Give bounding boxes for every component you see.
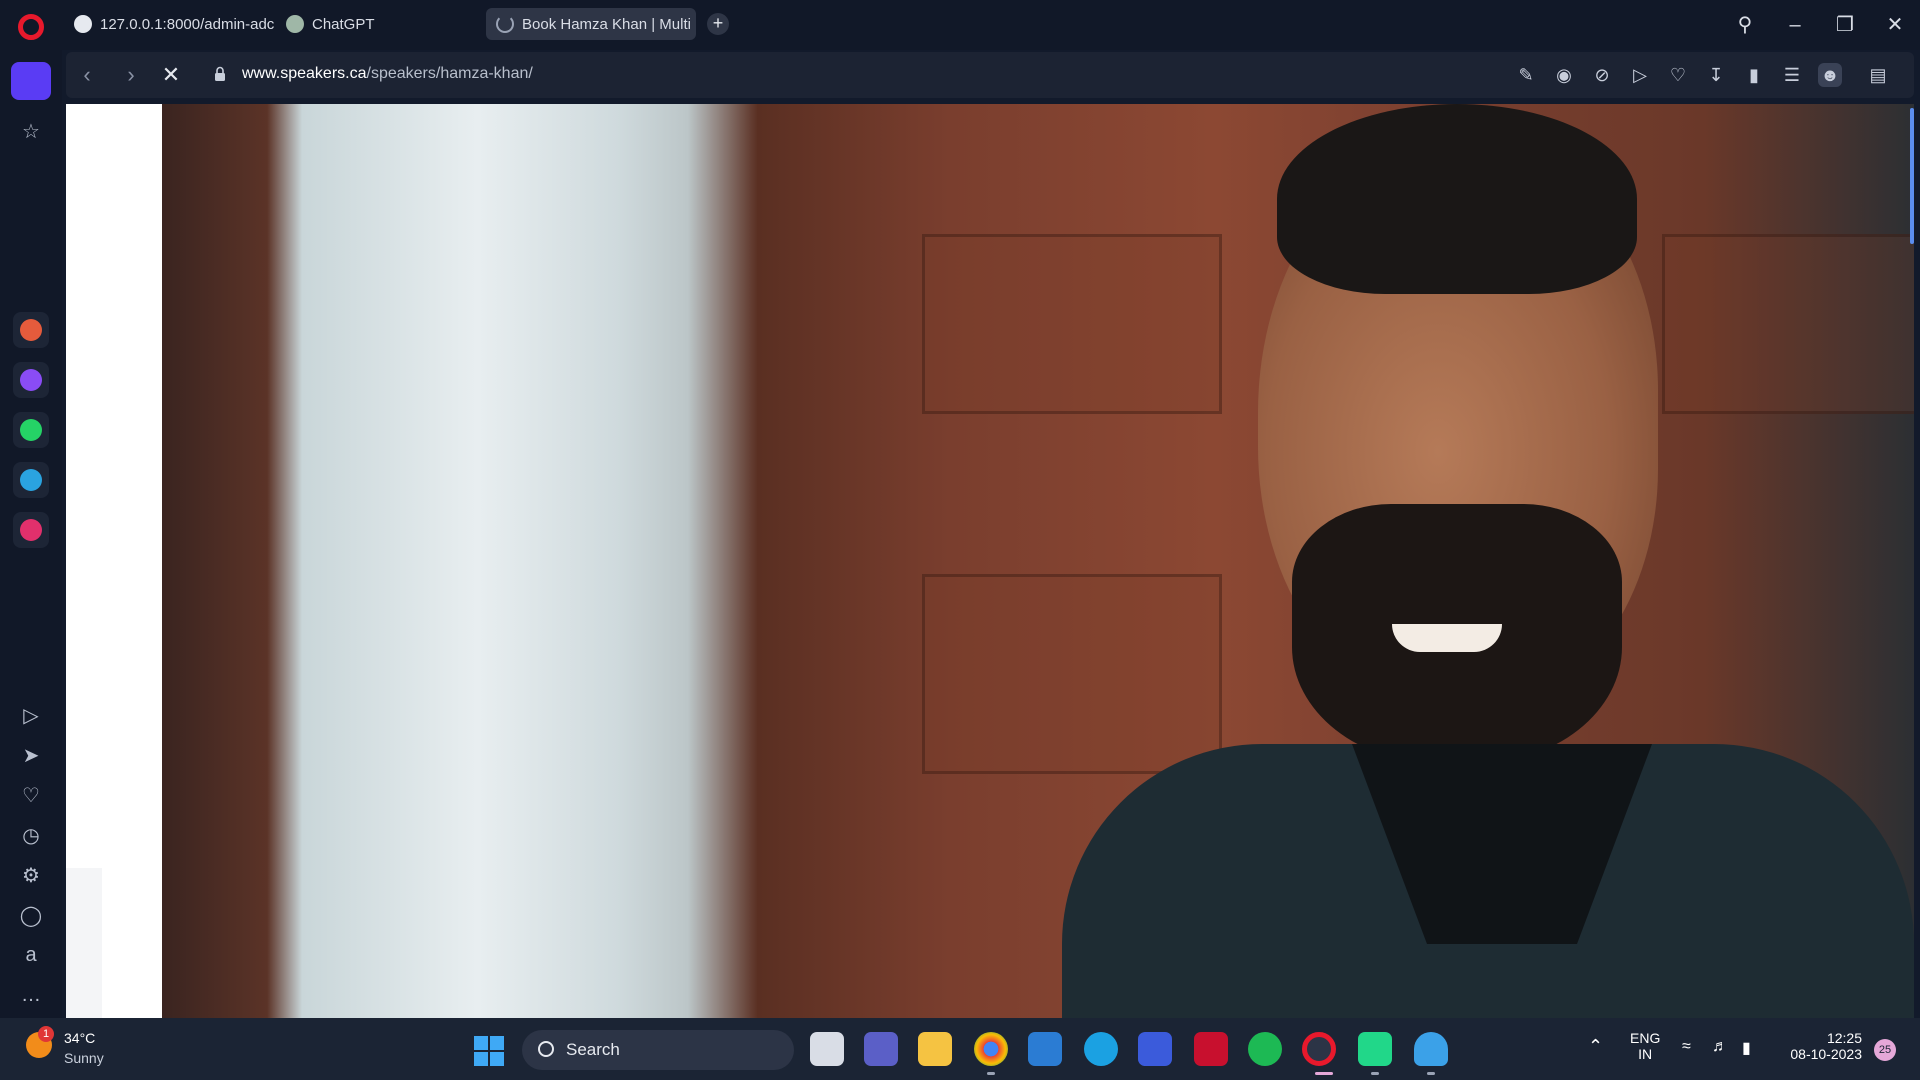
clock-time: 12:25	[1826, 1030, 1862, 1046]
wifi-icon[interactable]: ≈	[1682, 1038, 1691, 1056]
messenger-icon[interactable]	[13, 362, 49, 398]
page-scrollbar[interactable]	[1910, 108, 1914, 244]
notification-badge[interactable]: 25	[1874, 1039, 1896, 1061]
profile-icon[interactable]: ☻	[1818, 63, 1842, 87]
more-icon[interactable]: …	[11, 976, 51, 1014]
running-indicator	[1371, 1072, 1379, 1075]
adblock-icon[interactable]: ⊘	[1590, 63, 1614, 87]
windows-start-icon[interactable]	[474, 1036, 504, 1066]
smile	[1392, 624, 1502, 652]
taskbar-search[interactable]: Search	[522, 1030, 794, 1070]
battery-icon[interactable]: ▮	[1742, 1038, 1751, 1058]
search-label: Search	[566, 1040, 620, 1059]
back-button[interactable]: ‹	[72, 60, 102, 90]
edge-icon[interactable]	[1084, 1032, 1118, 1066]
download-icon[interactable]: ↧	[1704, 63, 1728, 87]
clock-date: 08-10-2023	[1790, 1046, 1862, 1062]
weather-temperature[interactable]: 34°C	[64, 1030, 95, 1046]
pycharm-icon[interactable]	[1358, 1032, 1392, 1066]
forward-button[interactable]: ›	[116, 60, 146, 90]
aria-icon[interactable]	[13, 312, 49, 348]
active-indicator	[1315, 1072, 1333, 1075]
opera-taskbar-icon[interactable]	[1302, 1032, 1336, 1066]
language-indicator[interactable]: ENG IN	[1630, 1030, 1660, 1062]
tab-speakers[interactable]: Book Hamza Khan | Multi	[486, 8, 696, 40]
clock[interactable]: 12:25 08-10-2023	[1780, 1030, 1862, 1062]
snapshot-icon[interactable]: ◉	[1552, 63, 1576, 87]
opera-logo-icon[interactable]	[18, 14, 44, 40]
close-icon[interactable]: ✕	[1880, 10, 1910, 40]
file-explorer-icon[interactable]	[918, 1032, 952, 1066]
star-icon[interactable]: ☆	[11, 112, 51, 150]
send-icon[interactable]: ➤	[11, 736, 51, 774]
teams-meet-icon[interactable]	[864, 1032, 898, 1066]
door-panel	[922, 234, 1222, 414]
volume-muted-icon[interactable]: ♬	[1712, 1038, 1728, 1056]
weather-condition[interactable]: Sunny	[64, 1050, 104, 1066]
tab-chatgpt[interactable]: ChatGPT	[276, 8, 476, 40]
heart-icon[interactable]: ♡	[11, 776, 51, 814]
windows-taskbar: 1 34°C Sunny Search ⌃ ENG IN ≈ ♬ ▮ 12:25…	[0, 1018, 1920, 1080]
tab-label: Book Hamza Khan | Multi	[522, 15, 691, 33]
language-code: ENG	[1630, 1030, 1661, 1046]
lightbulb-icon[interactable]: ◯	[11, 896, 51, 934]
flow-icon[interactable]: ▷	[1628, 63, 1652, 87]
tab-search-icon[interactable]: ⚲	[1730, 10, 1760, 40]
minimize-icon[interactable]: –	[1780, 10, 1810, 40]
page-gutter	[66, 868, 102, 1018]
region-code: IN	[1638, 1046, 1653, 1062]
vscode-like-icon[interactable]	[1138, 1032, 1172, 1066]
spotify-icon[interactable]	[1248, 1032, 1282, 1066]
restore-icon[interactable]: ❐	[1830, 10, 1860, 40]
globe-icon	[74, 15, 92, 33]
hair	[1277, 104, 1637, 294]
stop-loading-button[interactable]: ✕	[156, 60, 186, 90]
show-hidden-icons-icon[interactable]: ⌃	[1588, 1036, 1603, 1057]
running-indicator	[1427, 1072, 1435, 1075]
battery-saver-icon[interactable]: ▮	[1742, 63, 1766, 87]
opera-sidebar: ☆ ▷ ➤ ♡ ◷ ⚙ ◯ a …	[0, 50, 62, 1018]
lock-icon	[215, 66, 225, 81]
whatsapp-icon[interactable]	[13, 412, 49, 448]
history-icon[interactable]: ◷	[11, 816, 51, 854]
instagram-icon[interactable]	[13, 512, 49, 548]
tab-label: 127.0.0.1:8000/admin-adc	[100, 15, 274, 33]
url-path: /speakers/hamza-khan/	[366, 65, 533, 82]
task-view-icon[interactable]	[810, 1032, 844, 1066]
bookmark-heart-icon[interactable]: ♡	[1666, 63, 1690, 87]
weather-badge: 1	[38, 1026, 54, 1042]
chatgpt-icon	[286, 15, 304, 33]
microsoft-store-icon[interactable]	[1028, 1032, 1062, 1066]
chrome-icon[interactable]	[974, 1032, 1008, 1066]
browser-tab-bar: 127.0.0.1:8000/admin-adc ChatGPT Book Ha…	[0, 0, 1920, 50]
search-icon	[538, 1041, 554, 1057]
door-panel	[922, 574, 1222, 774]
address-bar: ‹ › ✕ www.speakers.ca/speakers/hamza-kha…	[66, 52, 1914, 98]
tab-label: ChatGPT	[312, 15, 375, 33]
tab-admin[interactable]: 127.0.0.1:8000/admin-adc	[64, 8, 274, 40]
new-tab-button[interactable]: +	[707, 13, 729, 35]
telegram-icon[interactable]	[13, 462, 49, 498]
door-panel	[1662, 234, 1914, 414]
hero-photo	[162, 104, 1914, 1018]
extensions-icon[interactable]: ▤	[1866, 63, 1890, 87]
player-icon[interactable]: ▷	[11, 696, 51, 734]
web-page-content	[66, 104, 1914, 1018]
settings-icon[interactable]: ⚙	[11, 856, 51, 894]
amazon-icon[interactable]: a	[11, 936, 51, 974]
running-indicator	[987, 1072, 995, 1075]
share-icon[interactable]: ✎	[1514, 63, 1538, 87]
url-field[interactable]: www.speakers.ca/speakers/hamza-khan/	[242, 65, 533, 83]
shield-app-icon[interactable]	[1414, 1032, 1448, 1066]
easy-setup-icon[interactable]: ☰	[1780, 63, 1804, 87]
url-domain: www.speakers.ca	[242, 65, 367, 82]
desktop-screen: 127.0.0.1:8000/admin-adc ChatGPT Book Ha…	[0, 0, 1920, 1080]
loading-spinner-icon	[496, 15, 514, 33]
home-icon[interactable]	[11, 62, 51, 100]
mcafee-icon[interactable]	[1194, 1032, 1228, 1066]
